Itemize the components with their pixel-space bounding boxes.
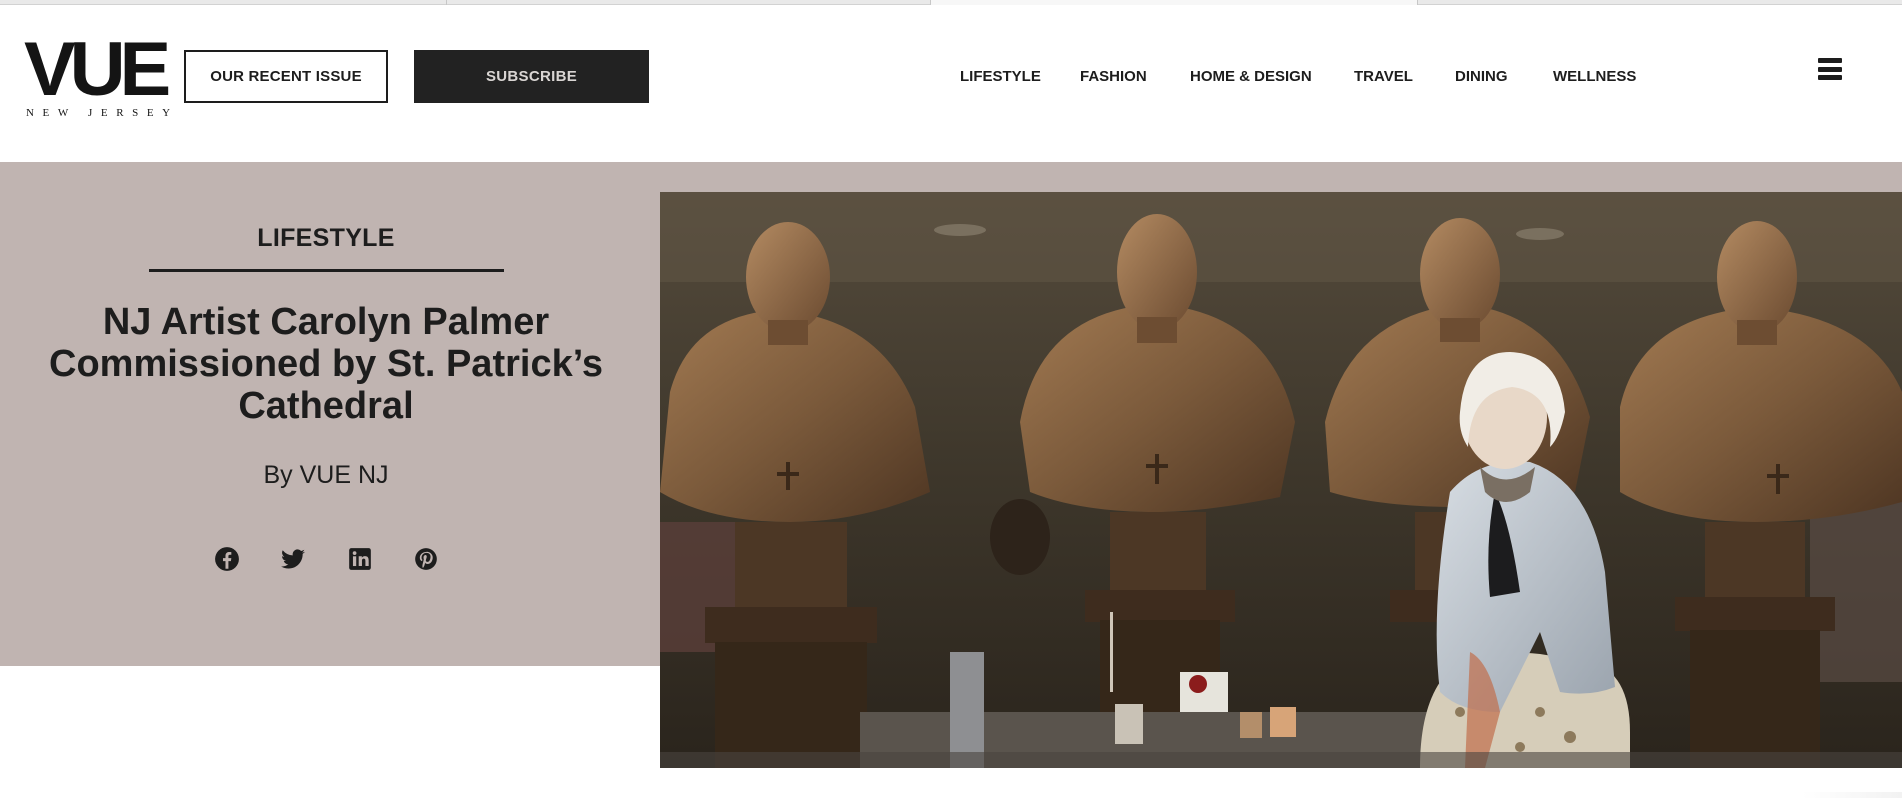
recent-issue-button[interactable]: OUR RECENT ISSUE bbox=[184, 50, 388, 103]
category-divider bbox=[149, 269, 504, 272]
nav-dining[interactable]: DINING bbox=[1455, 68, 1508, 85]
site-header: VUE NEW JERSEY OUR RECENT ISSUE SUBSCRIB… bbox=[0, 5, 1902, 162]
nav-lifestyle[interactable]: LIFESTYLE bbox=[960, 68, 1041, 85]
twitter-icon[interactable] bbox=[280, 546, 306, 572]
nav-fashion[interactable]: FASHION bbox=[1080, 68, 1147, 85]
nav-home-design[interactable]: HOME & DESIGN bbox=[1190, 68, 1312, 85]
hamburger-menu-icon[interactable] bbox=[1818, 58, 1842, 84]
linkedin-icon[interactable] bbox=[347, 546, 373, 572]
article-title: NJ Artist Carolyn Palmer Commissioned by… bbox=[49, 301, 603, 427]
article-byline: By VUE NJ bbox=[263, 461, 389, 489]
article-hero-image bbox=[660, 192, 1902, 768]
pinterest-icon[interactable] bbox=[413, 546, 439, 572]
site-logo[interactable]: VUE NEW JERSEY bbox=[24, 27, 171, 120]
hero-top-band bbox=[660, 162, 1902, 192]
subscribe-button[interactable]: SUBSCRIBE bbox=[414, 50, 649, 103]
nav-wellness[interactable]: WELLNESS bbox=[1553, 68, 1636, 85]
studio-bronze-busts-photo bbox=[660, 192, 1902, 768]
page-edge-fade bbox=[1802, 792, 1902, 798]
logo-mark: VUE bbox=[24, 27, 171, 112]
article-category[interactable]: LIFESTYLE bbox=[0, 224, 652, 253]
nav-travel[interactable]: TRAVEL bbox=[1354, 68, 1413, 85]
facebook-icon[interactable] bbox=[214, 546, 240, 572]
